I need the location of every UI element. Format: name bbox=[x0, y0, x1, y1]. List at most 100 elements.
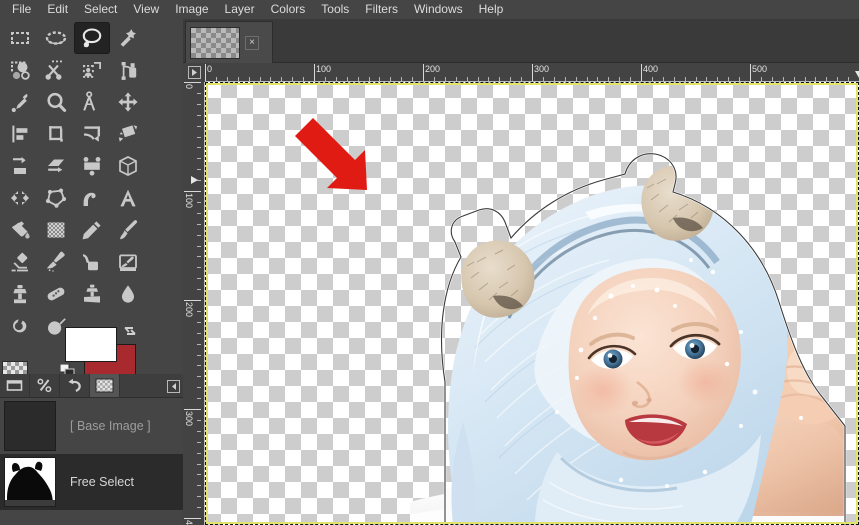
dock-tab-channels[interactable] bbox=[30, 374, 60, 397]
ruler-tick-minor bbox=[303, 77, 305, 81]
ruler-tick-minor bbox=[346, 77, 348, 81]
ruler-tick-minor bbox=[608, 77, 610, 81]
perspective-icon[interactable] bbox=[38, 150, 74, 182]
ruler-tick-minor bbox=[197, 365, 201, 367]
ruler-label: 300 bbox=[184, 411, 194, 427]
ruler-menu-icon[interactable] bbox=[183, 63, 205, 82]
warp-transform-icon[interactable] bbox=[74, 182, 110, 214]
ruler-label: 200 bbox=[425, 64, 441, 74]
scissors-select-icon[interactable] bbox=[38, 54, 74, 86]
menu-select[interactable]: Select bbox=[76, 0, 125, 19]
paths-icon[interactable] bbox=[110, 54, 146, 86]
ruler-tick-major bbox=[184, 518, 201, 519]
swap-colors-icon[interactable] bbox=[122, 323, 138, 339]
flip-icon[interactable] bbox=[2, 182, 38, 214]
menu-filters[interactable]: Filters bbox=[357, 0, 406, 19]
shear-icon[interactable] bbox=[2, 150, 38, 182]
free-select-icon[interactable] bbox=[74, 22, 110, 54]
paintbrush-icon[interactable] bbox=[110, 214, 146, 246]
foreground-select-icon[interactable] bbox=[74, 54, 110, 86]
foreground-color-swatch[interactable] bbox=[65, 327, 117, 362]
menu-view[interactable]: View bbox=[125, 0, 167, 19]
ruler-tick-minor bbox=[197, 245, 201, 247]
crop-icon[interactable] bbox=[38, 118, 74, 150]
ruler-label: 100 bbox=[316, 64, 332, 74]
ruler-tick-minor bbox=[197, 496, 201, 498]
select-by-color-icon[interactable] bbox=[2, 54, 38, 86]
undo-history-list: [ Base Image ] Free Select bbox=[0, 398, 183, 525]
left-dock: [ Base Image ] Free Select bbox=[0, 19, 183, 525]
measure-icon[interactable] bbox=[74, 86, 110, 118]
vertical-ruler[interactable]: 0 100 200 300 400 bbox=[183, 82, 205, 525]
history-item-base-image[interactable]: [ Base Image ] bbox=[0, 398, 183, 454]
pencil-icon[interactable] bbox=[74, 214, 110, 246]
rotate-icon[interactable] bbox=[74, 118, 110, 150]
menu-file[interactable]: File bbox=[4, 0, 39, 19]
ruler-tick-minor bbox=[848, 77, 850, 81]
ruler-tick-minor bbox=[197, 289, 201, 291]
dock-menu-icon[interactable] bbox=[163, 375, 183, 397]
color-picker-icon[interactable] bbox=[2, 86, 38, 118]
perspective-clone-icon[interactable] bbox=[74, 278, 110, 310]
ruler-tick-minor bbox=[717, 77, 719, 81]
text-icon[interactable] bbox=[110, 182, 146, 214]
ink-icon[interactable] bbox=[74, 246, 110, 278]
3d-transform-icon[interactable] bbox=[110, 150, 146, 182]
rectangle-select-icon[interactable] bbox=[2, 22, 38, 54]
ruler-tick-minor bbox=[782, 77, 784, 81]
menu-layer[interactable]: Layer bbox=[217, 0, 263, 19]
gradient-icon[interactable] bbox=[38, 214, 74, 246]
image-canvas[interactable] bbox=[205, 82, 859, 525]
fuzzy-select-icon[interactable] bbox=[110, 22, 146, 54]
menu-image[interactable]: Image bbox=[167, 0, 216, 19]
ruler-tick-minor bbox=[412, 77, 414, 81]
airbrush-icon[interactable] bbox=[38, 246, 74, 278]
move-icon[interactable] bbox=[110, 86, 146, 118]
ruler-label: 100 bbox=[184, 193, 194, 209]
ruler-tick-minor bbox=[259, 77, 261, 81]
ruler-tick-minor bbox=[401, 77, 403, 81]
ruler-tick-minor bbox=[215, 77, 217, 81]
document-tab[interactable]: × bbox=[185, 21, 273, 63]
align-icon[interactable] bbox=[2, 118, 38, 150]
baby-photo bbox=[410, 165, 845, 525]
zoom-icon[interactable] bbox=[38, 86, 74, 118]
dock-tab-layers[interactable] bbox=[0, 374, 30, 397]
dock-tab-images[interactable] bbox=[90, 374, 120, 397]
history-item-label: Free Select bbox=[70, 475, 134, 489]
history-item-free-select[interactable]: Free Select bbox=[0, 454, 183, 510]
color-area bbox=[0, 307, 183, 383]
blur-sharpen-icon[interactable] bbox=[110, 278, 146, 310]
dock-tab-undo-history[interactable] bbox=[60, 374, 90, 397]
canvas-viewport[interactable] bbox=[205, 82, 859, 525]
toolbox bbox=[0, 19, 183, 335]
ruler-tick-minor bbox=[771, 77, 773, 81]
ruler-tick-minor bbox=[292, 77, 294, 81]
menu-tools[interactable]: Tools bbox=[313, 0, 357, 19]
ruler-tick-major bbox=[314, 64, 315, 81]
mypaint-brush-icon[interactable] bbox=[110, 246, 146, 278]
unified-transform-icon[interactable] bbox=[74, 150, 110, 182]
ruler-tick-minor bbox=[197, 169, 201, 171]
ruler-tick-minor bbox=[197, 387, 201, 389]
ellipse-select-icon[interactable] bbox=[38, 22, 74, 54]
menu-colors[interactable]: Colors bbox=[263, 0, 314, 19]
bucket-fill-icon[interactable] bbox=[2, 214, 38, 246]
menu-windows[interactable]: Windows bbox=[406, 0, 471, 19]
ruler-tick-minor bbox=[815, 77, 817, 81]
menu-help[interactable]: Help bbox=[471, 0, 512, 19]
heal-icon[interactable] bbox=[38, 278, 74, 310]
ruler-tick-minor bbox=[510, 77, 512, 81]
cage-transform-icon[interactable] bbox=[38, 182, 74, 214]
ruler-tick-major bbox=[205, 64, 206, 81]
menu-edit[interactable]: Edit bbox=[39, 0, 76, 19]
clone-icon[interactable] bbox=[2, 278, 38, 310]
horizontal-ruler[interactable]: 0100200300400500600 bbox=[205, 63, 859, 82]
image-window: × 0100200300400500600 0100200300400 bbox=[183, 19, 859, 525]
history-item-label: [ Base Image ] bbox=[70, 419, 151, 433]
ruler-tick-minor bbox=[335, 77, 337, 81]
eraser-icon[interactable] bbox=[2, 246, 38, 278]
scale-icon[interactable] bbox=[110, 118, 146, 150]
close-icon[interactable]: × bbox=[245, 35, 259, 50]
ruler-tick-minor bbox=[826, 77, 828, 81]
